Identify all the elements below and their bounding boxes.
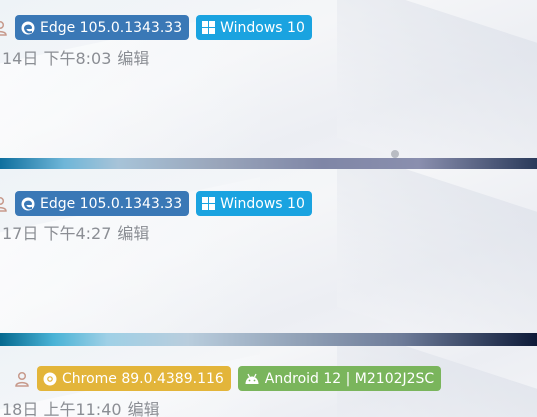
comment-meta: 17日 下午4:27 编辑: [2, 220, 149, 244]
comment-card: Edge 105.0.1343.33 Windows 10 17日 下午4:27…: [0, 169, 537, 333]
scroll-dot: [391, 150, 399, 158]
browser-label: Edge 105.0.1343.33: [40, 195, 183, 212]
browser-label: Chrome 89.0.4389.116: [62, 370, 224, 387]
comment-header: Edge 105.0.1343.33 Windows 10: [0, 15, 319, 40]
user-icon: [15, 371, 29, 387]
browser-badge: Chrome 89.0.4389.116: [37, 366, 231, 391]
edge-icon: [21, 197, 35, 210]
windows-icon: [202, 21, 216, 34]
user-icon: [0, 20, 7, 36]
comment-header: Edge 105.0.1343.33 Windows 10: [0, 191, 319, 216]
wallpaper-strip: [0, 158, 537, 169]
comment-date: 14日 下午8:03: [2, 49, 112, 68]
os-badge: Windows 10: [196, 191, 312, 216]
browser-badge: Edge 105.0.1343.33: [15, 191, 190, 216]
comment-meta: 14日 下午8:03 编辑: [2, 45, 149, 69]
wallpaper-strip: [0, 333, 537, 346]
edit-link[interactable]: 编辑: [117, 224, 149, 243]
os-label: Windows 10: [220, 19, 305, 36]
edge-icon: [21, 21, 35, 34]
windows-icon: [202, 197, 216, 210]
comment-card: Edge 105.0.1343.33 Windows 10 14日 下午8:03…: [0, 0, 537, 158]
comment-meta: 18日 上午11:40 编辑: [2, 396, 160, 417]
browser-badge: Edge 105.0.1343.33: [15, 15, 190, 40]
comment-header: Chrome 89.0.4389.116 Android 12 | M2102J…: [0, 366, 448, 391]
edit-link[interactable]: 编辑: [117, 49, 149, 68]
edit-link[interactable]: 编辑: [128, 400, 160, 417]
comment-date: 18日 上午11:40: [2, 400, 122, 417]
browser-label: Edge 105.0.1343.33: [40, 19, 183, 36]
comment-card: Chrome 89.0.4389.116 Android 12 | M2102J…: [0, 346, 537, 417]
os-badge: Android 12 | M2102J2SC: [237, 366, 442, 391]
android-icon: [245, 373, 259, 384]
os-label: Windows 10: [220, 195, 305, 212]
os-badge: Windows 10: [196, 15, 312, 40]
os-label: Android 12 | M2102J2SC: [264, 370, 435, 387]
chrome-icon: [43, 372, 57, 385]
comment-date: 17日 下午4:27: [2, 224, 112, 243]
user-icon: [0, 196, 7, 212]
